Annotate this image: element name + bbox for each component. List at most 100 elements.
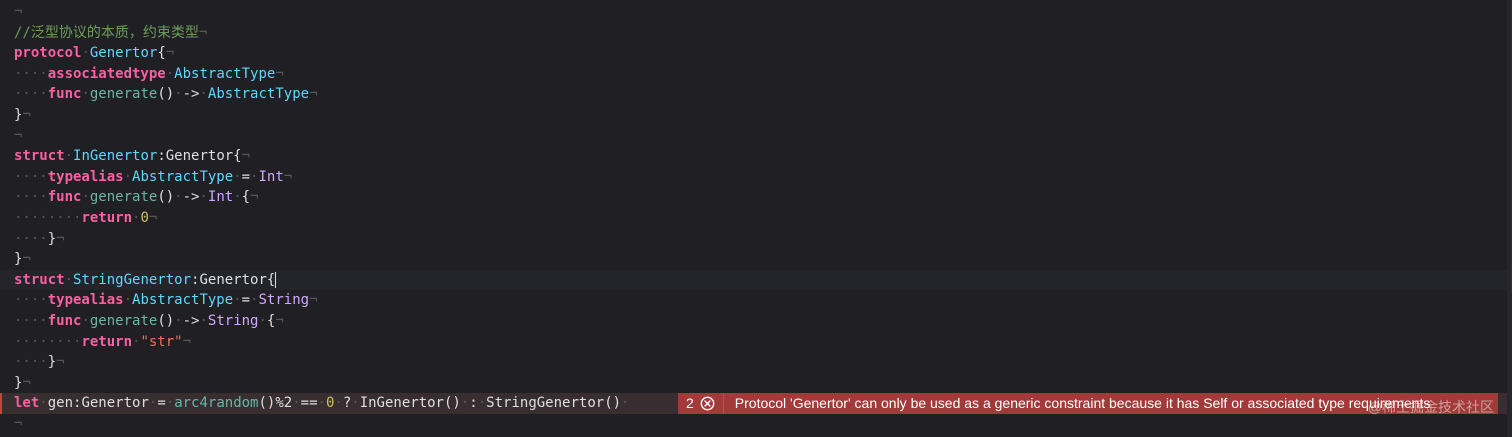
code-token: }: [47, 230, 57, 247]
error-count: 2: [686, 395, 694, 412]
code-token: ·: [477, 395, 487, 412]
code-token: ····: [14, 292, 48, 309]
code-token: ==: [300, 395, 318, 412]
code-token: ¬: [165, 45, 175, 62]
code-token: StringGenertor: [486, 395, 605, 412]
code-token: {: [157, 45, 166, 62]
code-text: struct·InGenertor:Genertor{¬: [14, 146, 250, 167]
code-token: arc4random: [174, 395, 259, 412]
code-token: ·: [174, 86, 183, 103]
code-token: {: [241, 189, 251, 206]
code-token: ¬: [148, 210, 158, 226]
code-token: ·: [621, 395, 630, 412]
code-token: ¬: [283, 168, 293, 185]
code-token: Int: [207, 189, 234, 206]
code-token: ¬: [198, 24, 208, 41]
code-token: 0: [140, 210, 149, 226]
code-token: ·: [199, 189, 208, 206]
code-line[interactable]: ¬: [0, 2, 1512, 23]
code-line[interactable]: struct·InGenertor:Genertor{¬: [0, 146, 1512, 167]
code-line[interactable]: ····func·generate()·->·AbstractType¬: [0, 84, 1512, 105]
code-line[interactable]: ¬: [0, 414, 1512, 435]
code-token: ·: [64, 148, 74, 165]
code-token: ¬: [14, 127, 23, 144]
code-text: ¬: [14, 414, 22, 435]
code-text: ····}¬: [14, 352, 65, 373]
code-text: ¬: [14, 2, 22, 23]
code-token: ·: [258, 313, 267, 329]
code-token: //泛型协议的本质，约束类型: [14, 24, 199, 41]
code-token: (): [604, 395, 622, 412]
code-line[interactable]: ····}¬: [0, 229, 1512, 250]
code-token: ·: [81, 313, 90, 329]
code-token: :Genertor{: [157, 148, 242, 165]
code-text: ····func·generate()·->·Int·{¬: [14, 187, 259, 208]
code-line[interactable]: ····associatedtype·AbstractType¬: [0, 64, 1512, 85]
code-text: ········return·"str"¬: [14, 332, 191, 353]
code-token: func: [47, 189, 82, 206]
code-token: ····: [14, 313, 48, 329]
code-token: ¬: [250, 189, 259, 206]
code-text: }¬: [14, 249, 31, 270]
code-line[interactable]: ····typealias·AbstractType·=·Int¬: [0, 167, 1512, 188]
code-token: AbstractType: [132, 292, 234, 309]
watermark: @稀土掘金技术社区: [1367, 399, 1494, 415]
code-token: StringGenertor: [73, 271, 192, 288]
code-token: ¬: [14, 416, 23, 432]
code-token: String: [258, 292, 310, 309]
code-text: ········return·0¬: [14, 208, 157, 229]
code-token: }: [47, 354, 57, 371]
diagnostic-separator: [723, 393, 724, 414]
code-line[interactable]: ····func·generate()·->·Int·{¬: [0, 187, 1512, 208]
code-line[interactable]: ····func·generate()·->·String·{¬: [0, 311, 1512, 332]
code-token: ····: [14, 189, 48, 206]
code-token: ¬: [182, 333, 192, 350]
code-token: associatedtype: [47, 65, 166, 82]
code-editor[interactable]: ¬//泛型协议的本质，约束类型¬ protocol·Genertor{¬ ····a…: [0, 0, 1512, 437]
code-token: ?: [342, 395, 352, 412]
code-text: }¬: [14, 373, 31, 394]
code-text: protocol·Genertor{¬: [14, 43, 174, 64]
code-token: String: [207, 313, 259, 329]
code-line[interactable]: ········return·0¬: [0, 208, 1512, 229]
code-token: generate: [89, 313, 158, 329]
code-token: ·: [174, 313, 183, 329]
code-token: return: [81, 210, 133, 226]
code-text: ····}¬: [14, 229, 65, 250]
vertical-scrollbar[interactable]: [1507, 0, 1512, 437]
code-token: =: [241, 292, 251, 309]
code-line[interactable]: ¬: [0, 126, 1512, 147]
code-line[interactable]: ········return·"str"¬: [0, 332, 1512, 353]
code-line[interactable]: ····typealias·AbstractType·=·String¬: [0, 290, 1512, 311]
code-token: generate: [89, 189, 158, 206]
code-line[interactable]: }¬: [0, 105, 1512, 126]
code-line-error[interactable]: let·gen:Genertor·=·arc4random()%2·==·0·?…: [0, 393, 1512, 414]
code-token: ·: [64, 271, 74, 288]
code-line[interactable]: }¬: [0, 249, 1512, 270]
code-token: generate: [89, 86, 158, 103]
code-token: Genertor: [81, 395, 149, 412]
code-token: =: [157, 395, 166, 412]
code-line-current[interactable]: struct·StringGenertor:Genertor{: [0, 269, 1512, 291]
code-line[interactable]: //泛型协议的本质，约束类型¬: [0, 23, 1512, 44]
code-token: ¬: [56, 230, 65, 247]
code-token: ->: [182, 189, 200, 206]
code-text: //泛型协议的本质，约束类型¬: [14, 23, 207, 44]
code-token: func: [47, 313, 82, 329]
code-line[interactable]: protocol·Genertor{¬: [0, 43, 1512, 64]
code-line[interactable]: }¬: [0, 373, 1512, 394]
code-token: :: [469, 395, 478, 412]
code-token: ·: [351, 395, 360, 412]
code-token: ¬: [309, 86, 318, 103]
code-line[interactable]: ····}¬: [0, 352, 1512, 373]
code-token: InGenertor: [359, 395, 444, 412]
code-token: AbstractType: [207, 86, 310, 103]
code-token: ·: [165, 395, 175, 412]
code-token: ····: [14, 65, 48, 82]
code-token: (): [157, 189, 175, 206]
code-text: ····func·generate()·->·String·{¬: [14, 311, 284, 332]
code-text: ····associatedtype·AbstractType¬: [14, 64, 284, 85]
code-token: ····: [14, 354, 48, 371]
error-circle-icon: [700, 396, 715, 411]
code-text: ¬: [14, 126, 22, 147]
